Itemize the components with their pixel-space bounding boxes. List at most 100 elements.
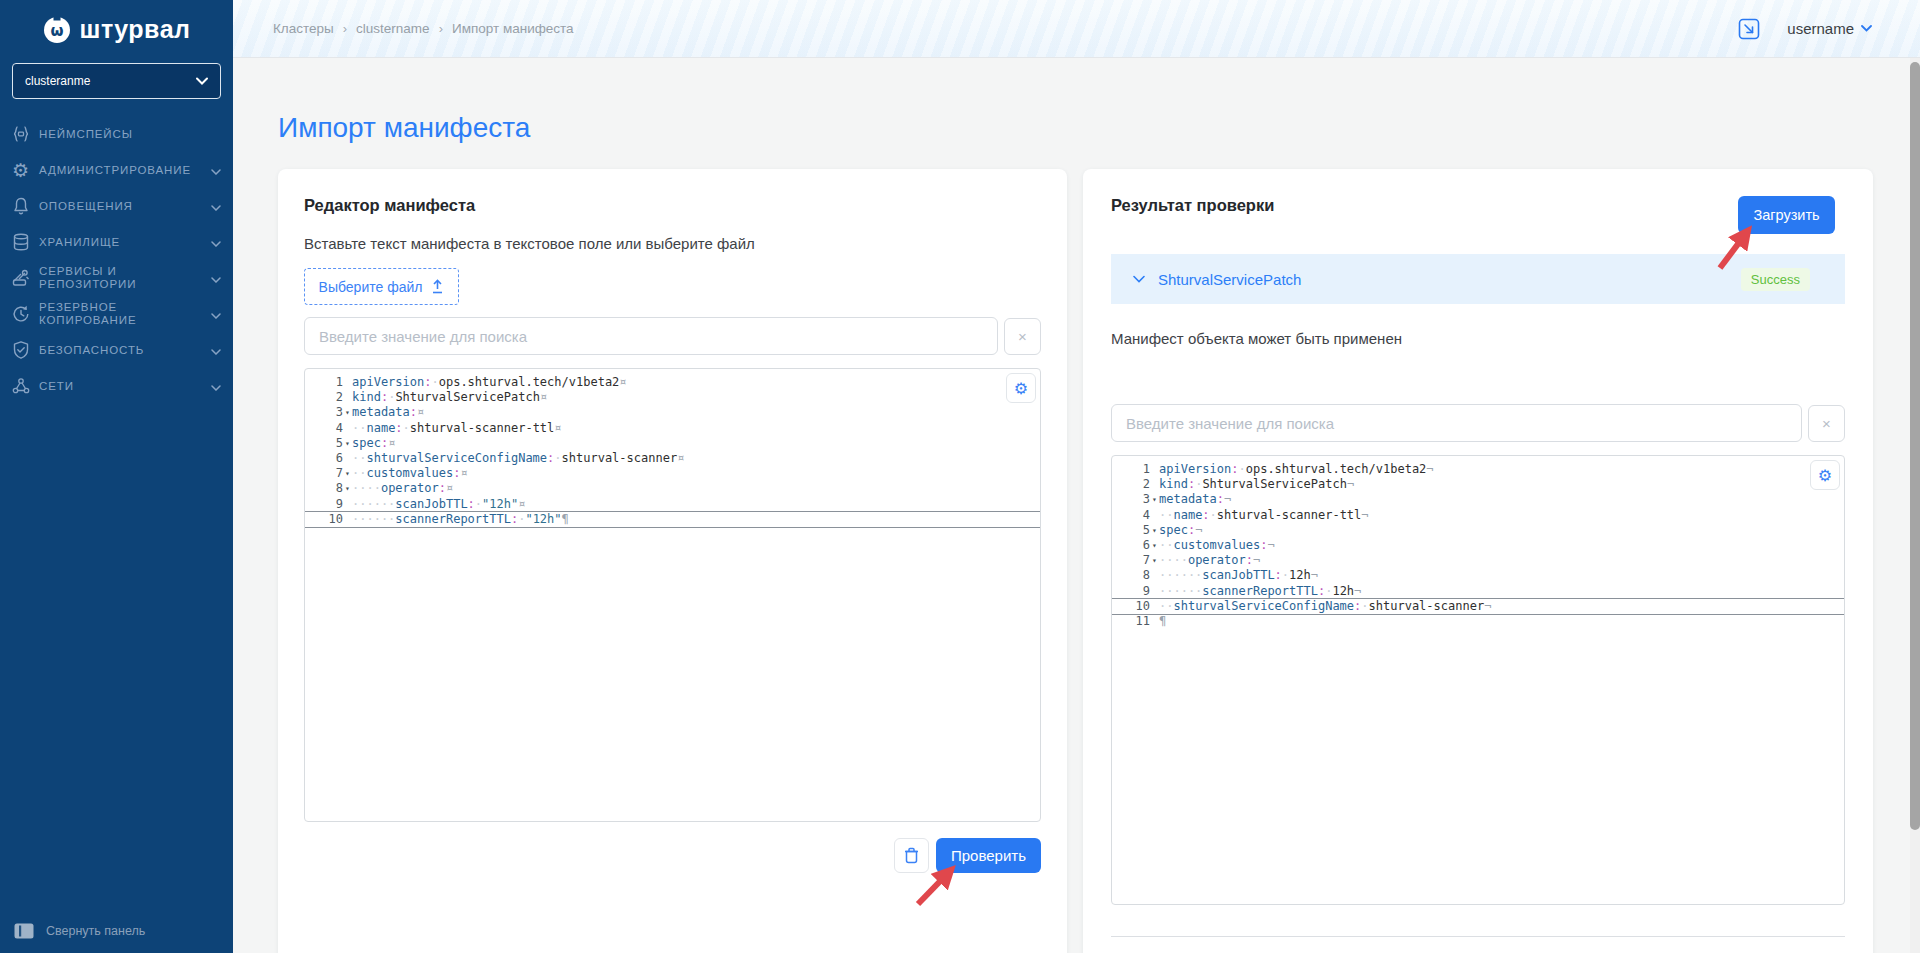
- cluster-select[interactable]: clusteranme: [12, 63, 221, 99]
- svg-text:ω: ω: [50, 21, 63, 39]
- result-panel-title: Результат проверки: [1111, 196, 1274, 215]
- breadcrumb-item: Импорт манифеста: [452, 21, 574, 36]
- administration-icon: ⚙: [10, 160, 31, 181]
- breadcrumb-separator: ›: [343, 21, 347, 36]
- editor-settings-button[interactable]: ⚙: [1810, 460, 1840, 490]
- chevron-down-icon: [211, 161, 221, 179]
- breadcrumb-item[interactable]: clustername: [356, 21, 430, 36]
- backup-icon: [10, 304, 31, 325]
- check-manifest-button[interactable]: Проверить: [936, 838, 1041, 873]
- code-line: 1apiVersion:·ops.shturval.tech/v1beta2¤: [305, 375, 1040, 390]
- app-root: ω штурвал clusteranme НЕЙМСПЕЙСЫ ⚙ АДМИНИС…: [0, 0, 1920, 953]
- clear-editor-button[interactable]: [894, 838, 929, 873]
- code-line: 8······scanJobTTL:·12h¬: [1112, 568, 1844, 583]
- status-badge: Success: [1741, 268, 1810, 291]
- security-icon: [10, 340, 31, 361]
- topbar: Кластеры › clustername › Импорт манифеста us…: [233, 0, 1920, 58]
- chevron-down-icon: [211, 305, 221, 323]
- result-object-name: ShturvalServicePatch: [1158, 271, 1301, 288]
- sidebar-item-label: СЕТИ: [39, 380, 207, 393]
- code-line: 2kind:·ShturvalServicePatch¬: [1112, 477, 1844, 492]
- sidebar-item-namespaces[interactable]: НЕЙМСПЕЙСЫ: [0, 116, 233, 152]
- chevron-down-icon: [1133, 275, 1145, 283]
- check-result-panel: Результат проверки Загрузить ShturvalSer…: [1083, 169, 1873, 953]
- choose-file-button[interactable]: Выберите файл: [304, 268, 459, 305]
- code-line: 3▾metadata:¬: [1112, 492, 1844, 507]
- chevron-down-icon: [196, 77, 208, 85]
- sidebar-item-label: БЕЗОПАСНОСТЬ: [39, 344, 207, 357]
- result-code-editor[interactable]: ⚙ 1apiVersion:·ops.shturval.tech/v1beta2…: [1111, 455, 1845, 905]
- manifest-editor-panel: Редактор манифеста Вставьте текст манифе…: [278, 169, 1067, 953]
- sidebar-item-services[interactable]: СЕРВИСЫ И РЕПОЗИТОРИИ: [0, 260, 233, 296]
- sidebar-item-administration[interactable]: ⚙ АДМИНИСТРИРОВАНИЕ: [0, 152, 233, 188]
- code-line: 9······scanJobTTL:·"12h"¤: [305, 497, 1040, 512]
- chevron-down-icon: [211, 341, 221, 359]
- code-line: 7▾··customvalues:¤: [305, 466, 1040, 481]
- code-line: 5▾spec:¬: [1112, 523, 1844, 538]
- page-scrollbar[interactable]: [1910, 58, 1920, 953]
- chevron-down-icon: [1861, 25, 1872, 32]
- chevron-down-icon: [211, 269, 221, 287]
- code-line: 10······scannerReportTTL:·"12h"¶: [305, 512, 1040, 527]
- sidebar-item-label: АДМИНИСТРИРОВАНИЕ: [39, 164, 207, 177]
- trash-icon: [904, 847, 919, 864]
- sidebar-item-label: РЕЗЕРВНОЕ КОПИРОВАНИЕ: [39, 301, 207, 327]
- result-search-clear-button[interactable]: ×: [1808, 405, 1845, 442]
- sidebar-item-backup[interactable]: РЕЗЕРВНОЕ КОПИРОВАНИЕ: [0, 296, 233, 332]
- upload-icon: [431, 279, 444, 294]
- exit-fullscreen-icon[interactable]: [1737, 17, 1761, 41]
- code-line: 8▾····operator:¤: [305, 481, 1040, 496]
- sidebar: ω штурвал clusteranme НЕЙМСПЕЙСЫ ⚙ АДМИНИС…: [0, 0, 233, 953]
- code-line: 2kind:·ShturvalServicePatch¤: [305, 390, 1040, 405]
- collapse-panel-label: Свернуть панель: [46, 924, 145, 938]
- sidebar-item-label: СЕРВИСЫ И РЕПОЗИТОРИИ: [39, 265, 207, 291]
- editor-settings-button[interactable]: ⚙: [1006, 373, 1036, 403]
- cluster-select-value: clusteranme: [25, 74, 196, 88]
- sidebar-item-alerts[interactable]: ОПОВЕЩЕНИЯ: [0, 188, 233, 224]
- editor-actions: Проверить: [304, 838, 1041, 873]
- code-line: 6··shturvalServiceConfigName:·shturval-s…: [305, 451, 1040, 466]
- services-icon: [10, 268, 31, 289]
- sidebar-item-label: ОПОВЕЩЕНИЯ: [39, 200, 207, 213]
- main-area: Кластеры › clustername › Импорт манифеста us…: [233, 0, 1920, 953]
- collapse-panel-button[interactable]: Свернуть панель: [0, 923, 233, 953]
- user-menu[interactable]: username: [1787, 20, 1872, 37]
- upload-manifest-button[interactable]: Загрузить: [1738, 196, 1835, 234]
- code-line: 10··shturvalServiceConfigName:·shturval-…: [1112, 599, 1844, 614]
- editor-panel-title: Редактор манифеста: [304, 196, 1041, 215]
- page-title: Импорт манифеста: [278, 112, 530, 144]
- manifest-code-editor[interactable]: ⚙ 1apiVersion:·ops.shturval.tech/v1beta2…: [304, 368, 1041, 822]
- chevron-down-icon: [211, 233, 221, 251]
- sidebar-item-networks[interactable]: СЕТИ: [0, 368, 233, 404]
- topbar-right: username: [1737, 17, 1872, 41]
- code-line: 5▾spec:¤: [305, 436, 1040, 451]
- code-line: 3▾metadata:¤: [305, 405, 1040, 420]
- result-message: Манифест объекта может быть применен: [1111, 330, 1845, 347]
- code-line: 9······scannerReportTTL:·12h¬: [1112, 584, 1844, 599]
- result-search-input[interactable]: [1111, 404, 1802, 442]
- cards-row: Редактор манифеста Вставьте текст манифе…: [278, 169, 1873, 953]
- page-scrollbar-thumb[interactable]: [1910, 62, 1920, 830]
- chevron-down-icon: [211, 197, 221, 215]
- breadcrumb-separator: ›: [439, 21, 443, 36]
- breadcrumb-item[interactable]: Кластеры: [273, 21, 334, 36]
- alerts-icon: [10, 196, 31, 217]
- networks-icon: [10, 376, 31, 397]
- result-search-row: ×: [1111, 404, 1845, 442]
- logo[interactable]: ω штурвал: [0, 0, 233, 53]
- code-line: 11¶: [1112, 614, 1844, 629]
- sidebar-nav: НЕЙМСПЕЙСЫ ⚙ АДМИНИСТРИРОВАНИЕ ОПОВЕЩЕНИЯ ХР…: [0, 116, 233, 404]
- code-line: 4··name:·shturval-scanner-ttl¬: [1112, 508, 1844, 523]
- editor-panel-hint: Вставьте текст манифеста в текстовое пол…: [304, 235, 1041, 252]
- sidebar-item-label: НЕЙМСПЕЙСЫ: [39, 128, 207, 141]
- breadcrumb: Кластеры › clustername › Импорт манифеста: [273, 21, 574, 36]
- code-line: 4··name:·shturval-scanner-ttl¤: [305, 421, 1040, 436]
- collapse-panel-icon: [14, 923, 34, 939]
- editor-search-clear-button[interactable]: ×: [1004, 318, 1041, 355]
- editor-search-input[interactable]: [304, 317, 998, 355]
- sidebar-item-security[interactable]: БЕЗОПАСНОСТЬ: [0, 332, 233, 368]
- result-object-section[interactable]: ShturvalServicePatch Success: [1111, 254, 1845, 304]
- code-line: 7▾····operator:¬: [1112, 553, 1844, 568]
- sidebar-item-storage[interactable]: ХРАНИЛИЩЕ: [0, 224, 233, 260]
- result-panel-header: Результат проверки Загрузить: [1111, 196, 1845, 234]
